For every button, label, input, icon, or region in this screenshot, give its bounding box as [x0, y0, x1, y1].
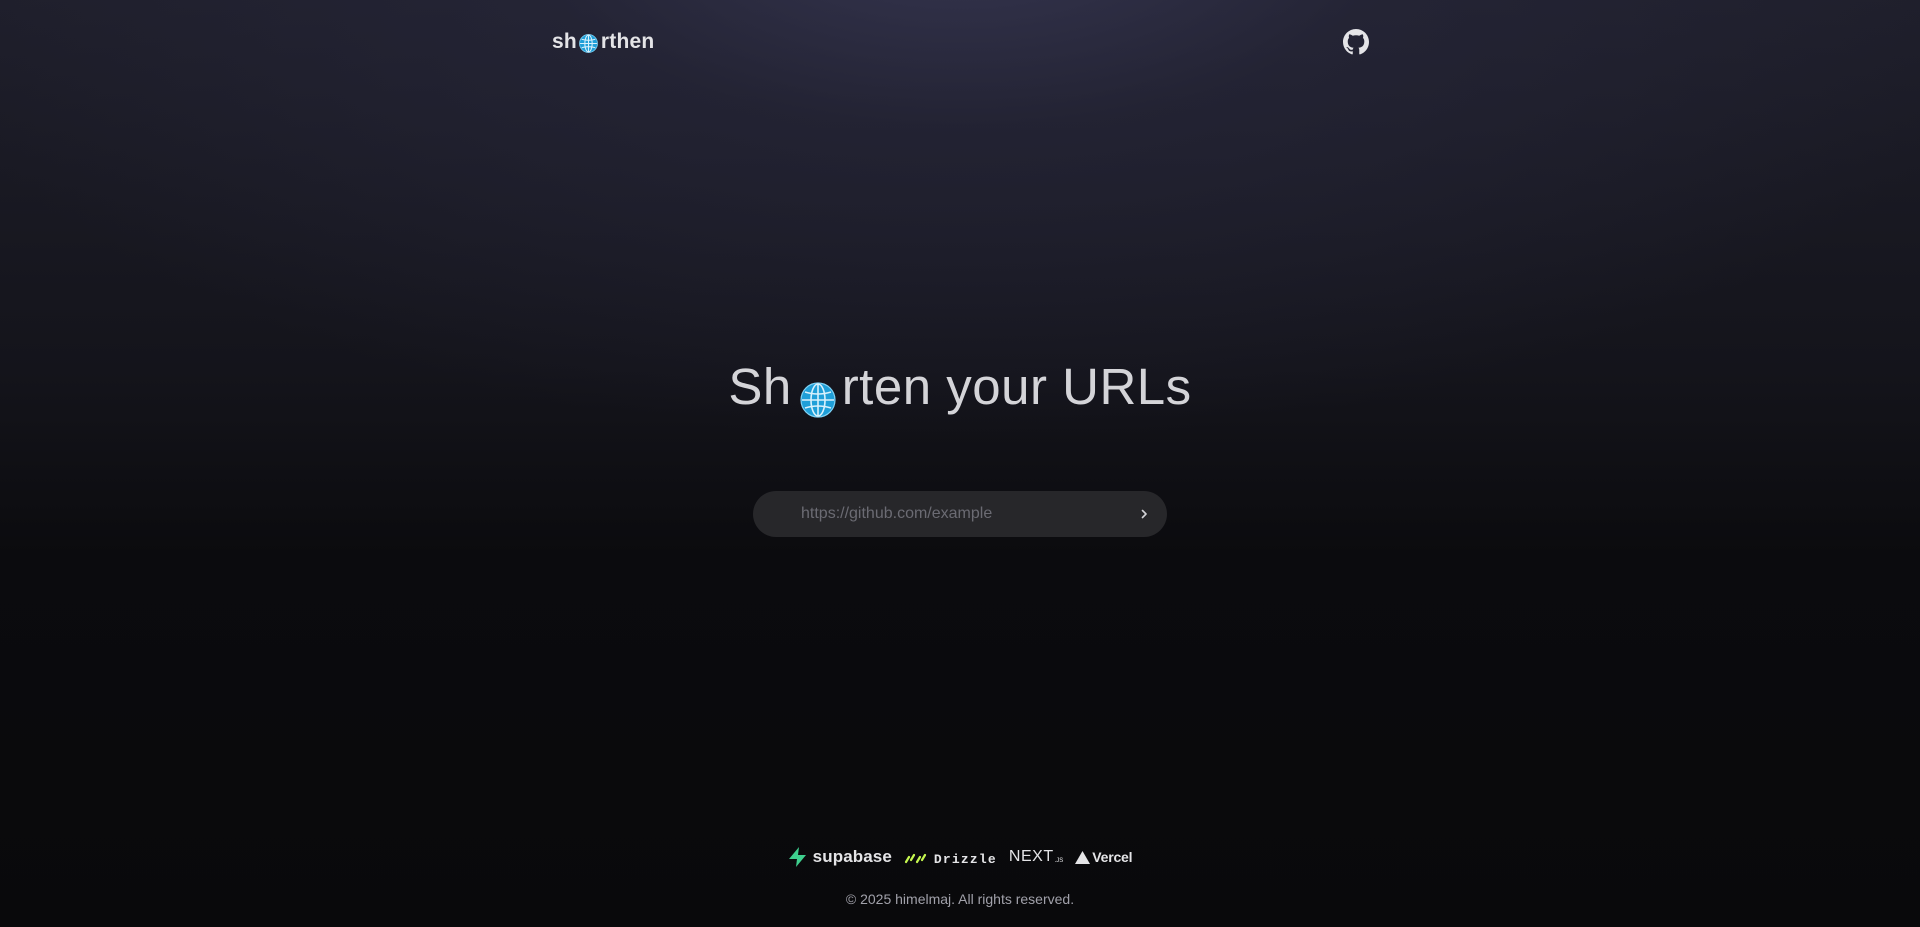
supabase-icon [788, 847, 806, 867]
nextjs-logo[interactable]: NEXT .JS [1009, 848, 1063, 866]
logo-link[interactable]: sh rthen [552, 29, 654, 55]
logo-text-suffix: rthen [600, 30, 655, 53]
vercel-wordmark: Vercel [1092, 849, 1133, 865]
drizzle-icon [904, 853, 927, 864]
site-header: sh rthen [0, 0, 1920, 84]
title-text-prefix: Sh [728, 357, 792, 415]
nextjs-suffix: .JS [1054, 858, 1064, 864]
globe-icon [579, 33, 598, 53]
submit-button[interactable] [1121, 491, 1167, 537]
github-link[interactable] [1343, 29, 1369, 55]
github-icon [1343, 29, 1369, 55]
supabase-logo[interactable]: supabase [788, 847, 892, 867]
drizzle-logo[interactable]: Drizzle [904, 850, 997, 867]
chevron-right-icon [1141, 509, 1147, 519]
supabase-wordmark: supabase [812, 847, 892, 866]
drizzle-wordmark: Drizzle [933, 851, 997, 867]
page-title: Sh rten your URLs [0, 355, 1920, 418]
url-input[interactable] [753, 491, 1121, 537]
vercel-logo[interactable]: Vercel [1075, 849, 1133, 865]
vercel-triangle-icon [1075, 850, 1091, 864]
logo-text-prefix: sh [552, 30, 577, 53]
globe-icon [800, 371, 836, 418]
nextjs-wordmark: NEXT [1008, 848, 1054, 865]
title-text-suffix: rten your URLs [841, 357, 1192, 415]
copyright-text: © 2025 himelmaj. All rights reserved. [845, 891, 1075, 907]
tech-stack-logos: supabase Drizzle NEXT .JS Vercel [0, 845, 1920, 869]
shorten-form [753, 491, 1167, 537]
